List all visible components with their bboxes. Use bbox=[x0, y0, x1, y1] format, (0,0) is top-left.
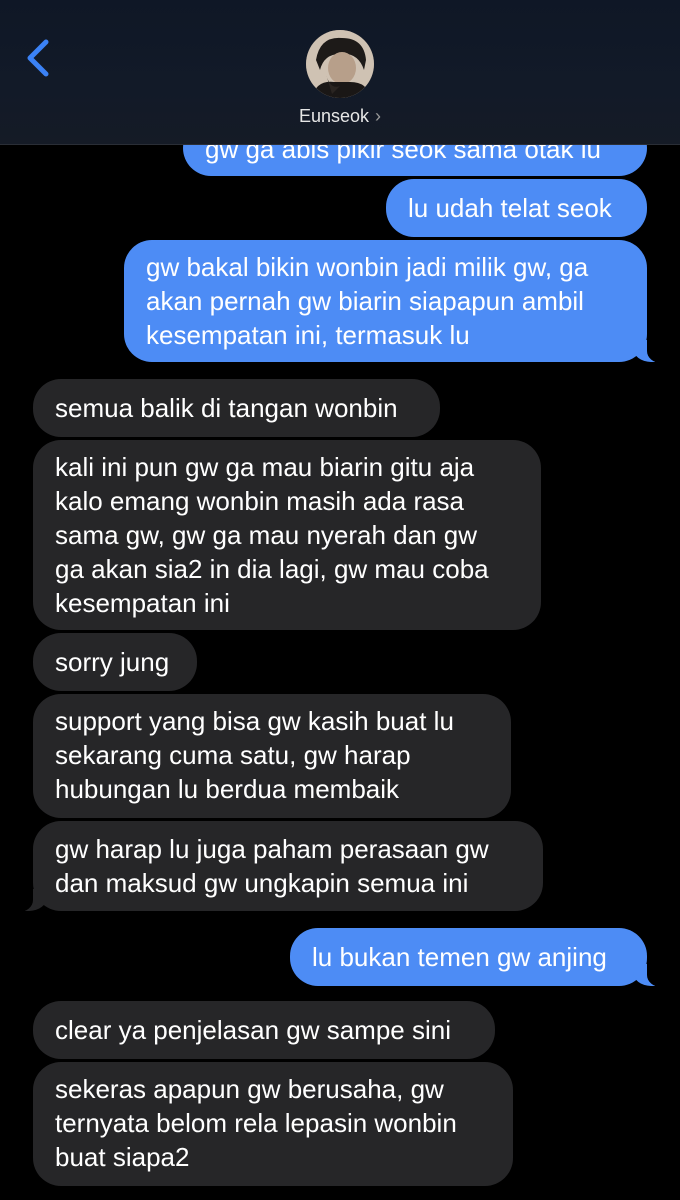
avatar[interactable] bbox=[306, 30, 374, 98]
message-text: support yang bisa gw kasih buat lu bbox=[55, 706, 454, 736]
message-text: sekeras apapun gw berusaha, gw bbox=[55, 1074, 444, 1104]
message-text: ga akan sia2 in dia lagi, gw mau coba bbox=[55, 554, 489, 584]
message-bubble-outgoing[interactable]: lu bukan temen gw anjing bbox=[290, 928, 667, 987]
message-text: sorry jung bbox=[55, 647, 170, 677]
message-bubble-incoming[interactable]: sekeras apapun gw berusaha, gw ternyata … bbox=[33, 1062, 513, 1186]
conversation-header: Eunseok › bbox=[0, 0, 680, 145]
back-button[interactable] bbox=[20, 36, 56, 80]
message-text: kesempatan ini, termasuk lu bbox=[146, 320, 470, 350]
message-bubble-incoming[interactable]: gw harap lu juga paham perasaan gw dan m… bbox=[13, 821, 543, 912]
message-text: akan pernah gw biarin siapapun ambil bbox=[146, 286, 584, 316]
chevron-left-icon bbox=[27, 39, 49, 77]
message-text: ternyata belom rela lepasin wonbin bbox=[55, 1108, 457, 1138]
message-text: dan maksud gw ungkapin semua ini bbox=[55, 868, 469, 898]
message-text: sama gw, gw ga mau nyerah dan gw bbox=[55, 520, 478, 550]
message-bubble-outgoing[interactable]: gw bakal bikin wonbin jadi milik gw, ga … bbox=[124, 240, 667, 363]
message-text: kalo emang wonbin masih ada rasa bbox=[55, 486, 465, 516]
message-text: buat siapa2 bbox=[55, 1142, 190, 1172]
message-text: sekarang cuma satu, gw harap bbox=[55, 740, 411, 770]
message-text: gw bakal bikin wonbin jadi milik gw, ga bbox=[146, 252, 589, 282]
message-bubble-incoming[interactable]: support yang bisa gw kasih buat lu sekar… bbox=[33, 694, 511, 818]
message-bubble-outgoing[interactable]: lu udah telat seok bbox=[386, 179, 647, 237]
message-text: lu udah telat seok bbox=[408, 193, 612, 223]
message-bubble-incoming[interactable]: clear ya penjelasan gw sampe sini bbox=[33, 1001, 495, 1059]
message-text: semua balik di tangan wonbin bbox=[55, 393, 398, 423]
message-text: hubungan lu berdua membaik bbox=[55, 774, 400, 804]
contact-name-row[interactable]: Eunseok › bbox=[0, 104, 680, 128]
message-text: kesempatan ini bbox=[55, 588, 230, 618]
contact-name: Eunseok bbox=[298, 106, 370, 126]
message-thread[interactable]: gw ga abis pikir seok sama otak lu lu ud… bbox=[0, 0, 680, 1200]
message-text: kali ini pun gw ga mau biarin gitu aja bbox=[55, 452, 475, 482]
message-text: gw harap lu juga paham perasaan gw bbox=[55, 834, 489, 864]
message-text: lu bukan temen gw anjing bbox=[312, 942, 607, 972]
chevron-right-icon: › bbox=[375, 106, 382, 126]
avatar-photo bbox=[306, 30, 374, 98]
message-bubble-incoming[interactable]: semua balik di tangan wonbin bbox=[33, 379, 440, 437]
message-bubble-incoming[interactable]: kali ini pun gw ga mau biarin gitu aja k… bbox=[33, 440, 541, 630]
message-bubble-incoming[interactable]: sorry jung bbox=[33, 633, 197, 691]
message-text: clear ya penjelasan gw sampe sini bbox=[55, 1015, 451, 1045]
